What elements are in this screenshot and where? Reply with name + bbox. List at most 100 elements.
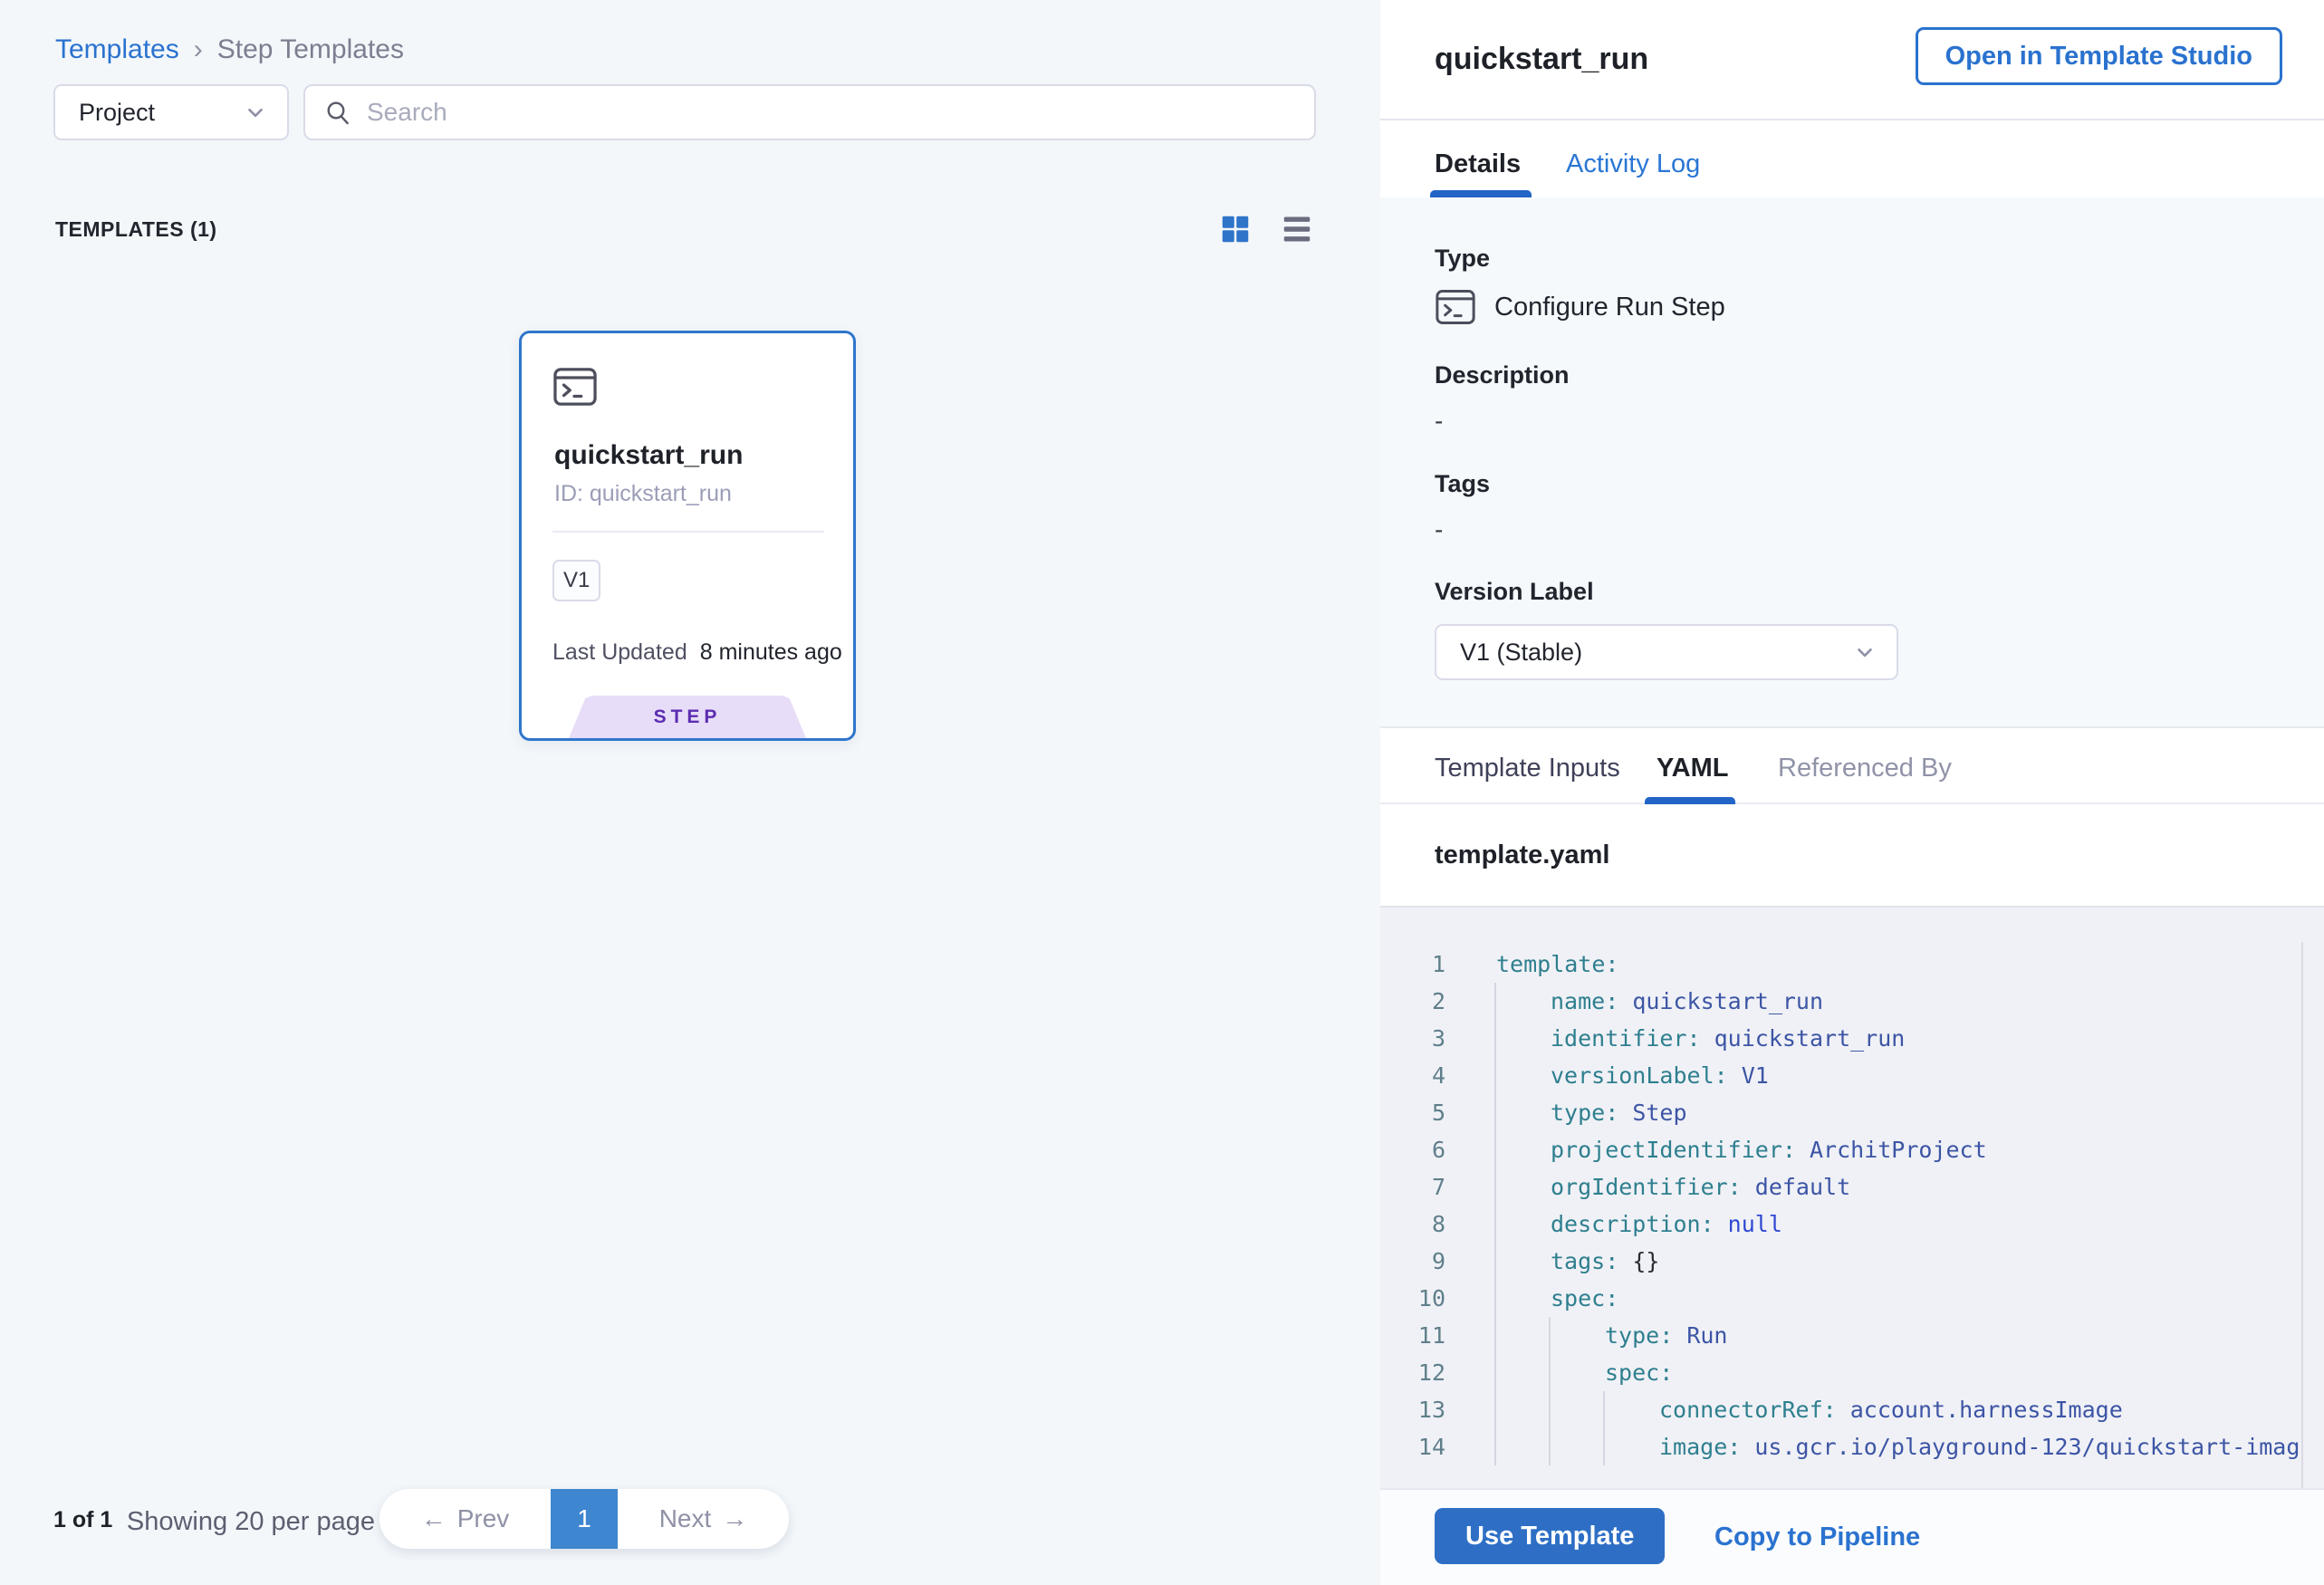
indent-guide	[1494, 1243, 1496, 1280]
yaml-code-lines: 1template:2name: quickstart_run3identifi…	[1380, 946, 2324, 1488]
yaml-line-8: 8description: null	[1380, 1206, 2324, 1243]
yaml-filename: template.yaml	[1435, 841, 1609, 870]
templates-list-panel: Templates › Step Templates Project TEMPL…	[0, 0, 1380, 1585]
tab-referenced-by[interactable]: Referenced By	[1778, 754, 1952, 783]
active-subtab-underline	[1645, 797, 1735, 804]
search-icon	[323, 98, 352, 127]
yaml-line-12: 12spec:	[1380, 1354, 2324, 1391]
breadcrumb-chevron-icon: ›	[194, 34, 203, 65]
tab-yaml[interactable]: YAML	[1657, 754, 1729, 783]
indent-guide	[1494, 1094, 1496, 1131]
indent-guide	[1494, 1391, 1496, 1428]
version-label: Version Label	[1435, 578, 1594, 606]
yaml-subtabs: Template Inputs YAML Referenced By	[1380, 726, 2324, 804]
yaml-line-3: 3identifier: quickstart_run	[1380, 1020, 2324, 1057]
breadcrumb: Templates › Step Templates	[55, 34, 404, 65]
card-title: quickstart_run	[554, 440, 743, 471]
indent-guide	[1494, 1428, 1496, 1465]
last-updated-value: 8 minutes ago	[700, 639, 842, 666]
template-detail-panel: quickstart_run Open in Template Studio D…	[1380, 0, 2324, 1585]
yaml-file-row: template.yaml	[1380, 804, 2324, 906]
items-per-page-label: Showing 20 per page	[127, 1507, 375, 1537]
version-select-value: V1 (Stable)	[1460, 639, 1582, 667]
search-input[interactable]	[367, 98, 1296, 127]
yaml-line-5: 5type: Step	[1380, 1094, 2324, 1131]
scope-dropdown-value: Project	[79, 99, 155, 127]
detail-tabs: Details Activity Log	[1380, 122, 2324, 197]
type-value: Configure Run Step	[1494, 293, 1725, 322]
indent-guide	[1494, 983, 1496, 1020]
arrow-right-icon: →	[722, 1504, 747, 1533]
tab-activity-log[interactable]: Activity Log	[1566, 149, 1700, 179]
template-card-quickstart-run[interactable]: quickstart_run ID: quickstart_run V1 Las…	[519, 331, 856, 741]
details-section: Type Configure Run Step Description - Ta…	[1380, 197, 2324, 726]
type-label: Type	[1435, 245, 1490, 273]
grid-view-icon[interactable]	[1217, 211, 1253, 247]
indent-guide	[1549, 1317, 1551, 1354]
active-tab-underline	[1430, 190, 1532, 197]
indent-guide	[1494, 1020, 1496, 1057]
copy-to-pipeline-link[interactable]: Copy to Pipeline	[1714, 1523, 1920, 1552]
card-divider	[552, 531, 824, 533]
detail-title: quickstart_run	[1435, 42, 1648, 77]
yaml-line-10: 10spec:	[1380, 1280, 2324, 1317]
page-count: 1 of 1	[53, 1507, 112, 1533]
pagination-pill: ← Prev 1 Next →	[379, 1489, 789, 1549]
templates-count-header: TEMPLATES (1)	[55, 217, 217, 242]
indent-guide	[1494, 1354, 1496, 1391]
indent-guide	[1494, 1280, 1496, 1317]
breadcrumb-templates-link[interactable]: Templates	[55, 34, 179, 65]
editor-scrollbar-rail[interactable]	[2301, 942, 2303, 1488]
indent-guide	[1549, 1428, 1551, 1465]
description-label: Description	[1435, 361, 1570, 389]
run-step-terminal-icon	[1435, 288, 1476, 326]
tags-label: Tags	[1435, 470, 1490, 498]
page-1-button[interactable]: 1	[551, 1489, 618, 1549]
indent-guide	[1549, 1391, 1551, 1428]
indent-guide	[1494, 1168, 1496, 1206]
open-in-template-studio-button[interactable]: Open in Template Studio	[1916, 27, 2282, 85]
yaml-line-11: 11type: Run	[1380, 1317, 2324, 1354]
tab-template-inputs[interactable]: Template Inputs	[1435, 754, 1620, 783]
chevron-down-icon	[1853, 640, 1877, 664]
version-select[interactable]: V1 (Stable)	[1435, 624, 1898, 680]
indent-guide	[1603, 1428, 1605, 1465]
search-box	[303, 84, 1316, 140]
yaml-line-1: 1template:	[1380, 946, 2324, 983]
prev-page-button[interactable]: ← Prev	[379, 1489, 551, 1549]
yaml-line-9: 9tags: {}	[1380, 1243, 2324, 1280]
yaml-line-7: 7orgIdentifier: default	[1380, 1168, 2324, 1206]
list-view-icon[interactable]	[1279, 211, 1315, 247]
indent-guide	[1494, 1131, 1496, 1168]
yaml-code-editor[interactable]: 1template:2name: quickstart_run3identifi…	[1380, 906, 2324, 1488]
yaml-line-4: 4versionLabel: V1	[1380, 1057, 2324, 1094]
yaml-line-14: 14image: us.gcr.io/playground-123/quicks…	[1380, 1428, 2324, 1465]
last-updated-label: Last Updated	[552, 639, 687, 666]
next-page-button[interactable]: Next →	[618, 1489, 789, 1549]
indent-guide	[1494, 1206, 1496, 1243]
type-value-row: Configure Run Step	[1435, 288, 1725, 326]
run-step-terminal-icon	[552, 366, 598, 408]
detail-footer: Use Template Copy to Pipeline	[1380, 1488, 2324, 1585]
yaml-line-13: 13connectorRef: account.harnessImage	[1380, 1391, 2324, 1428]
description-value: -	[1435, 407, 1443, 436]
breadcrumb-current: Step Templates	[217, 34, 404, 65]
use-template-button[interactable]: Use Template	[1435, 1508, 1665, 1564]
scope-dropdown[interactable]: Project	[53, 84, 289, 140]
yaml-line-2: 2name: quickstart_run	[1380, 983, 2324, 1020]
view-toggles	[1217, 211, 1315, 247]
indent-guide	[1494, 1317, 1496, 1354]
card-id: ID: quickstart_run	[554, 481, 732, 507]
chevron-down-icon	[244, 101, 267, 124]
version-badge: V1	[552, 560, 600, 601]
tab-details[interactable]: Details	[1435, 149, 1521, 179]
last-updated-row: Last Updated 8 minutes ago	[552, 639, 842, 666]
detail-header: quickstart_run Open in Template Studio	[1380, 0, 2324, 120]
indent-guide	[1603, 1391, 1605, 1428]
yaml-line-6: 6projectIdentifier: ArchitProject	[1380, 1131, 2324, 1168]
arrow-left-icon: ←	[421, 1504, 447, 1533]
indent-guide	[1549, 1354, 1551, 1391]
step-type-tag: STEP	[569, 696, 806, 738]
indent-guide	[1494, 1057, 1496, 1094]
tags-value: -	[1435, 515, 1443, 544]
